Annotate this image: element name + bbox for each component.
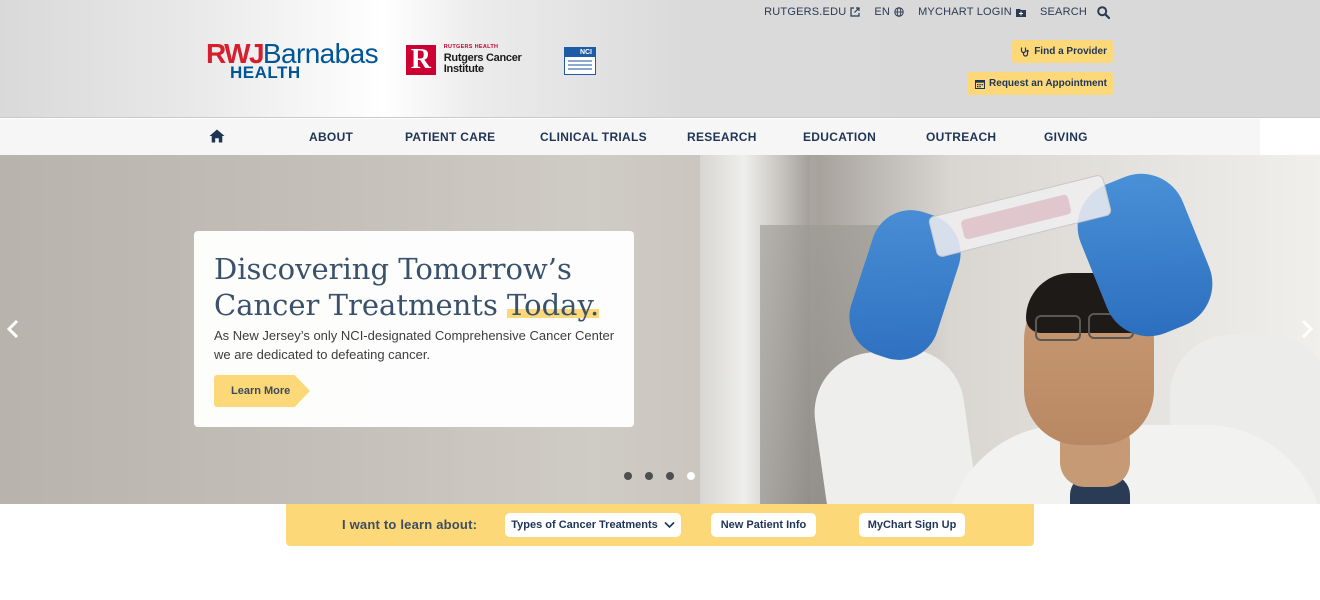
page: RUTGERS.EDU EN MYCHART LOGIN SEARCH RWJB… [0, 0, 1320, 600]
carousel-dot[interactable] [624, 472, 632, 480]
nav-giving[interactable]: GIVING [1044, 130, 1088, 144]
hero-carousel: Discovering Tomorrow’s Cancer Treatments… [0, 155, 1320, 504]
learn-about-label: I want to learn about: [342, 517, 478, 532]
rutgers-cancer-institute-text: Rutgers Cancer Institute [443, 51, 522, 75]
mychart-login-link[interactable]: MYCHART LOGIN [918, 6, 1026, 18]
home-icon[interactable] [209, 129, 225, 143]
external-link-icon [850, 7, 860, 17]
mychart-login-label: MYCHART LOGIN [918, 6, 1012, 18]
hero-title: Discovering Tomorrow’s Cancer Treatments… [214, 252, 600, 322]
new-patient-info-button[interactable]: New Patient Info [711, 513, 816, 537]
folder-icon [1015, 8, 1026, 17]
nav-clinical-trials[interactable]: CLINICAL TRIALS [540, 130, 647, 144]
chevron-down-icon [664, 521, 675, 529]
nci-label: NCI [565, 48, 595, 57]
nav-research[interactable]: RESEARCH [687, 130, 757, 144]
nav-patient-care[interactable]: PATIENT CARE [405, 130, 496, 144]
find-provider-label: Find a Provider [1034, 46, 1107, 57]
language-label: EN [874, 6, 891, 18]
carousel-dots [624, 472, 695, 480]
stethoscope-icon [1021, 47, 1029, 57]
language-selector[interactable]: EN [874, 6, 904, 18]
main-nav: ABOUT PATIENT CARE CLINICAL TRIALS RESEA… [0, 119, 1260, 155]
search-button[interactable]: SEARCH [1039, 5, 1110, 19]
chevron-left-icon[interactable] [4, 318, 22, 340]
rutgers-health-text: RUTGERS HEALTH [443, 44, 499, 51]
cancer-treatments-label: Types of Cancer Treatments [511, 519, 658, 531]
rutgers-r-mark: R [406, 45, 436, 75]
nci-badge: NCI [564, 47, 596, 75]
utility-bar: RUTGERS.EDU EN MYCHART LOGIN SEARCH [764, 5, 1110, 19]
hero-subtitle: As New Jersey’s only NCI-designated Comp… [214, 328, 615, 362]
site-header: RUTGERS.EDU EN MYCHART LOGIN SEARCH RWJB… [0, 0, 1320, 118]
rutgers-link-label: RUTGERS.EDU [764, 6, 847, 18]
chevron-right-icon[interactable] [1298, 318, 1316, 340]
carousel-dot-active[interactable] [687, 472, 695, 480]
search-label: SEARCH [1039, 6, 1087, 18]
cancer-treatments-dropdown[interactable]: Types of Cancer Treatments [505, 513, 681, 537]
find-provider-button[interactable]: Find a Provider [1012, 40, 1113, 63]
learn-about-bar: I want to learn about: Types of Cancer T… [286, 504, 1034, 546]
nav-education[interactable]: EDUCATION [803, 130, 876, 144]
request-appointment-button[interactable]: Request an Appointment [967, 72, 1113, 95]
hero-card: Discovering Tomorrow’s Cancer Treatments… [194, 231, 634, 427]
rutgers-link[interactable]: RUTGERS.EDU [764, 6, 860, 18]
rwjbarnabas-logo[interactable]: RWJBarnabas HEALTH [206, 40, 388, 84]
search-icon [1097, 5, 1110, 19]
nav-about[interactable]: ABOUT [309, 130, 353, 144]
calendar-icon [975, 79, 986, 89]
carousel-dot[interactable] [645, 472, 653, 480]
rutgers-cancer-institute-logo[interactable]: R RUTGERS HEALTH Rutgers Cancer Institut… [406, 45, 556, 75]
hero-title-highlight: Today. [507, 288, 600, 322]
rwj-health-text: HEALTH [230, 63, 301, 82]
nav-outreach[interactable]: OUTREACH [926, 130, 996, 144]
globe-icon [894, 7, 904, 17]
carousel-dot[interactable] [666, 472, 674, 480]
request-appointment-label: Request an Appointment [989, 78, 1107, 89]
mychart-signup-button[interactable]: MyChart Sign Up [859, 513, 965, 537]
learn-more-button[interactable]: Learn More [214, 375, 310, 407]
